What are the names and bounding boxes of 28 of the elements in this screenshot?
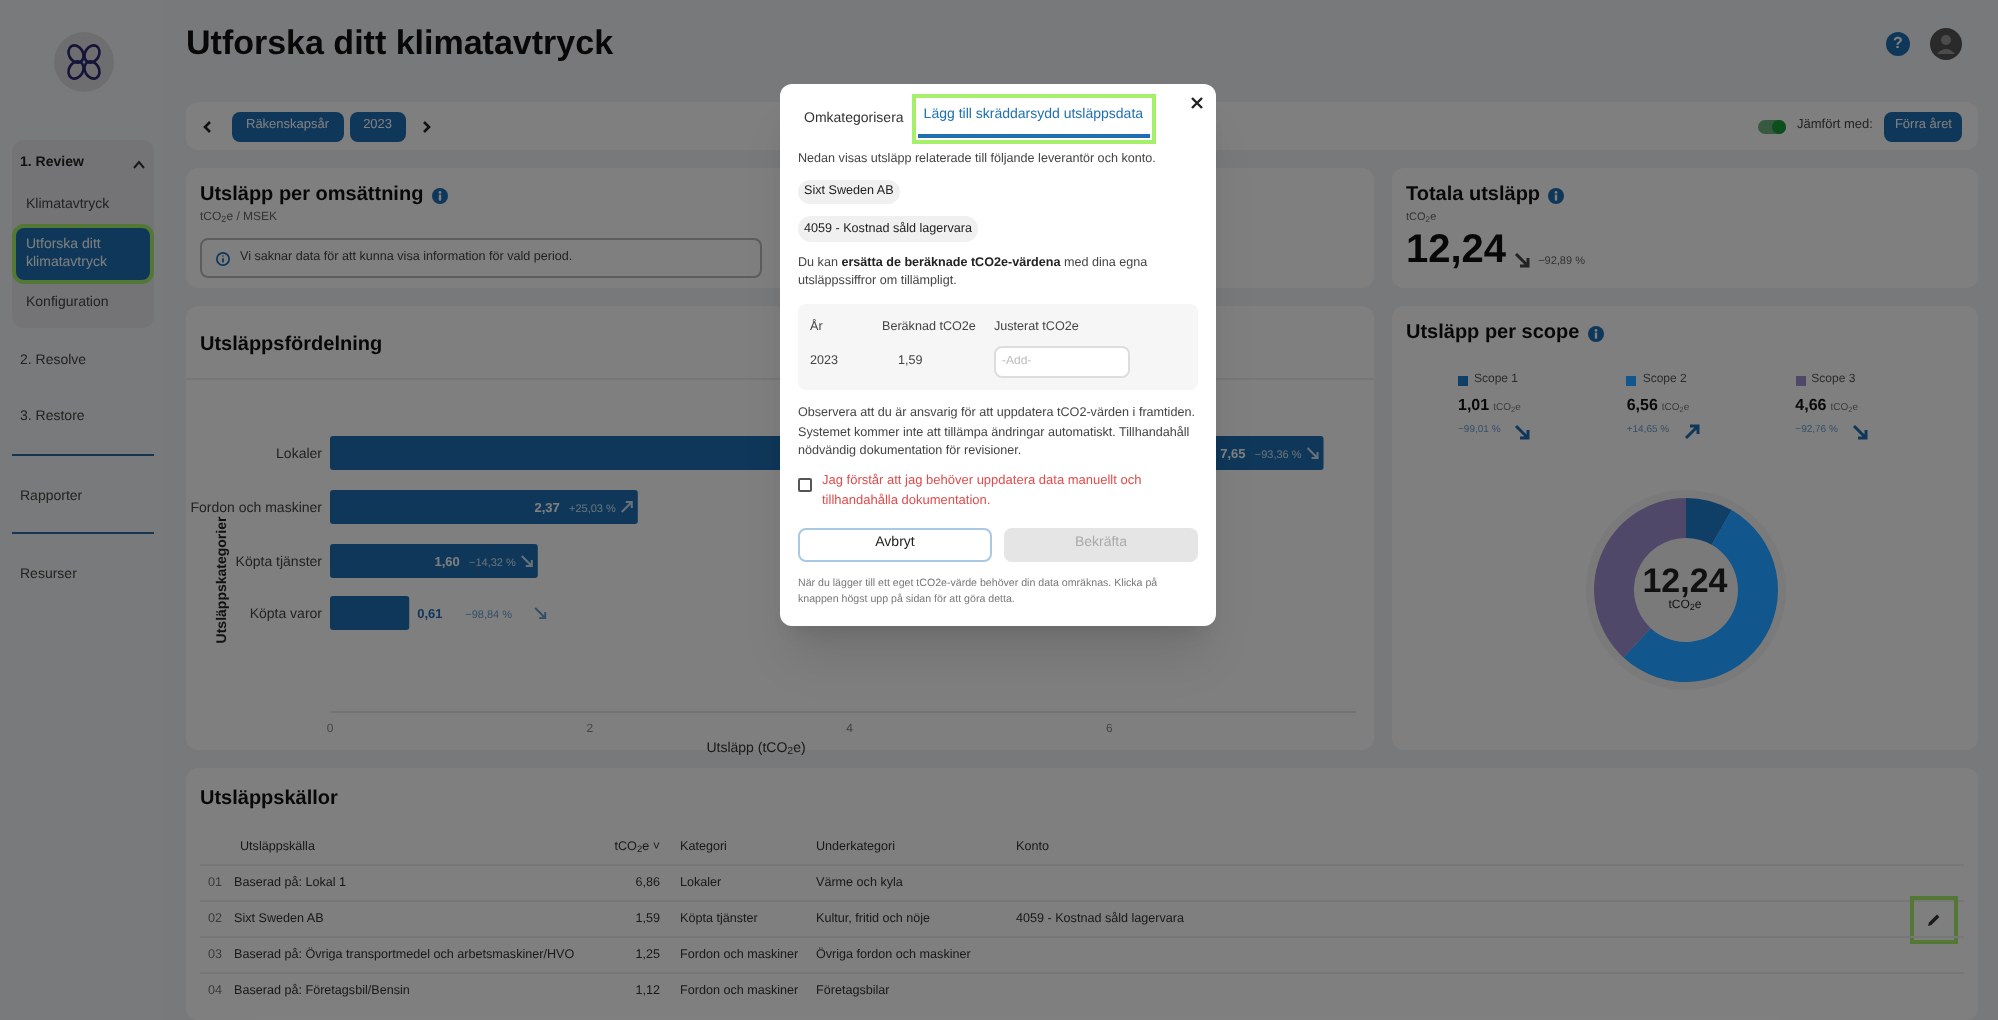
bar [330, 596, 410, 630]
page-title: Utforska ditt klimatavtryck [186, 22, 614, 67]
chevron-right-icon [422, 119, 433, 133]
total-value: 12,24 [1642, 564, 1728, 598]
close-icon [1190, 96, 1204, 110]
total-value: 12,24 [1406, 230, 1507, 271]
logo-icon [53, 32, 113, 92]
info-icon [216, 251, 230, 265]
close-button[interactable] [1190, 96, 1204, 110]
scope-value: 6,56 [1626, 394, 1658, 418]
card-title: Utsläpp per omsättning [200, 182, 424, 210]
pencil-icon [1926, 911, 1942, 928]
scope-value: 4,66 [1795, 394, 1827, 418]
chevron-up-icon [132, 159, 146, 170]
help-button[interactable]: ? [1886, 32, 1910, 56]
info-icon [431, 187, 448, 203]
avatar-icon[interactable] [1930, 28, 1962, 60]
info-icon [1548, 187, 1565, 203]
edit-button[interactable] [1914, 899, 1954, 940]
card-title: Utsläpp per scope [1406, 320, 1580, 348]
checkbox[interactable] [798, 478, 812, 493]
card-title: Utsläppsfördelning [200, 334, 383, 356]
chevron-left-icon [202, 119, 212, 133]
card-title: Utsläppskällor [200, 786, 338, 814]
card-title: Totala utsläpp [1406, 182, 1541, 210]
info-icon [1587, 325, 1604, 341]
compare-toggle[interactable] [1757, 119, 1786, 133]
scope-value: 1,01 [1458, 394, 1490, 418]
